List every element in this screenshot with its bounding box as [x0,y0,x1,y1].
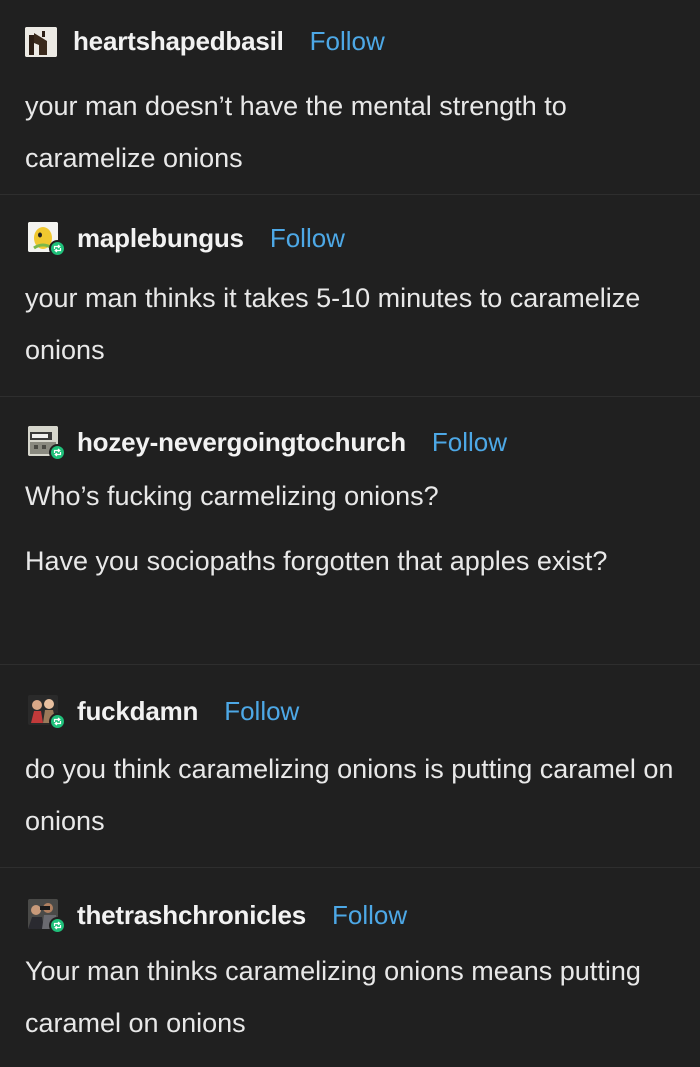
house-photo-avatar[interactable] [25,21,65,61]
username[interactable]: maplebungus [77,223,244,254]
building-avatar[interactable] [25,422,69,462]
reblog-icon [49,240,66,257]
post-body: your man thinks it takes 5-10 minutes to… [25,272,680,376]
post-body: your man doesn’t have the mental strengt… [25,80,680,184]
post-text: Your man thinks caramelizing onions mean… [25,956,641,1038]
post-body: do you think caramelizing onions is putt… [25,743,680,847]
post: thetrashchronicles Follow Your man think… [0,868,700,1067]
reblog-icon [49,917,66,934]
follow-button[interactable]: Follow [224,696,299,727]
username[interactable]: hozey-nevergoingtochurch [77,427,406,458]
follow-button[interactable]: Follow [332,900,407,931]
post-text: Have you sociopaths forgotten that apple… [25,546,608,576]
username[interactable]: thetrashchronicles [77,900,306,931]
reblog-icon [49,713,66,730]
post-body: Your man thinks caramelizing onions mean… [25,945,680,1049]
post-header: fuckdamn Follow [25,691,680,731]
group-photo-avatar[interactable] [25,895,69,935]
post-text: Who’s fucking carmelizing onions? [25,481,439,511]
post-header: thetrashchronicles Follow [25,895,680,935]
post-body: Who’s fucking carmelizing onions? Have y… [25,470,680,586]
post-header: heartshapedbasil Follow [25,21,680,61]
post-text: your man doesn’t have the mental strengt… [25,91,567,173]
follow-button[interactable]: Follow [270,223,345,254]
post: heartshapedbasil Follow your man doesn’t… [0,0,700,195]
follow-button[interactable]: Follow [310,26,385,57]
post-text: your man thinks it takes 5-10 minutes to… [25,283,641,365]
post-text: do you think caramelizing onions is putt… [25,754,674,836]
figures-avatar[interactable] [25,691,69,731]
follow-button[interactable]: Follow [432,427,507,458]
post-header: hozey-nevergoingtochurch Follow [25,422,680,462]
post: hozey-nevergoingtochurch Follow Who’s fu… [0,397,700,665]
post: fuckdamn Follow do you think caramelizin… [0,665,700,868]
post-header: maplebungus Follow [25,218,680,258]
post: maplebungus Follow your man thinks it ta… [0,195,700,397]
reblog-icon [49,444,66,461]
username[interactable]: heartshapedbasil [73,26,284,57]
username[interactable]: fuckdamn [77,696,198,727]
yellow-character-avatar[interactable] [25,218,69,258]
